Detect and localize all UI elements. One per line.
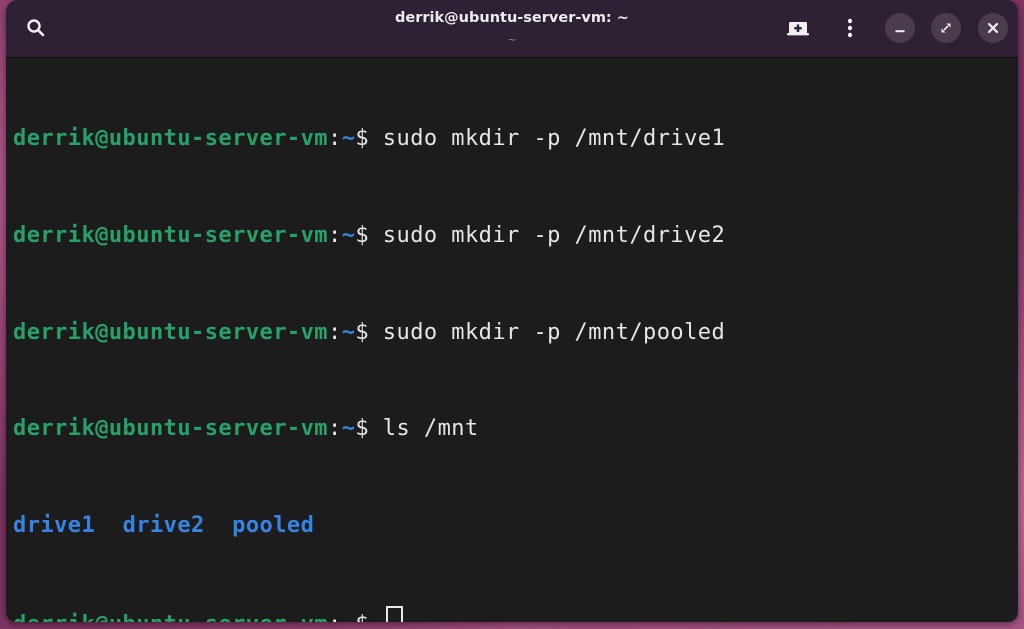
headerbar: derrik@ubuntu-server-vm: ~ ~ [6, 0, 1018, 58]
maximize-button[interactable] [931, 13, 961, 43]
prompt-path: ~ [341, 416, 356, 442]
kebab-menu-icon [847, 18, 853, 38]
terminal-line: derrik@ubuntu-server-vm:~$ sudo mkdir -p… [13, 317, 1010, 349]
prompt-path: ~ [341, 126, 356, 152]
menu-button[interactable] [832, 10, 868, 46]
prompt-colon: : [328, 126, 342, 152]
close-icon [987, 22, 999, 34]
terminal-cursor [385, 606, 403, 622]
prompt-user-host: derrik@ubuntu-server-vm [13, 319, 328, 345]
terminal-window: derrik@ubuntu-server-vm: ~ ~ derrik@ubun… [6, 0, 1018, 622]
restore-icon [941, 23, 951, 33]
minimize-icon [895, 30, 905, 33]
prompt-path: ~ [342, 612, 356, 622]
terminal-line: derrik@ubuntu-server-vm:~$ [13, 606, 1010, 622]
directory-entry: drive1 [13, 512, 96, 538]
search-button[interactable] [18, 10, 54, 46]
prompt-symbol: $ [355, 126, 370, 152]
prompt-colon: : [328, 416, 342, 442]
command-text: sudo mkdir -p /mnt/drive2 [369, 223, 726, 248]
directory-entry: pooled [232, 512, 315, 538]
ls-output-line: drive1 drive2 pooled [13, 510, 1010, 542]
prompt-path: ~ [341, 223, 356, 248]
close-button[interactable] [978, 13, 1008, 43]
minimize-button[interactable] [885, 13, 915, 43]
prompt-colon: : [328, 223, 342, 248]
prompt-symbol: $ [355, 319, 370, 345]
prompt-user-host: derrik@ubuntu-server-vm [13, 416, 328, 442]
prompt-colon: : [328, 612, 342, 622]
command-text: sudo mkdir -p /mnt/pooled [369, 319, 726, 345]
prompt-user-host: derrik@ubuntu-server-vm [13, 126, 328, 152]
current-input [369, 612, 383, 622]
new-tab-button[interactable] [780, 10, 816, 46]
prompt-user-host: derrik@ubuntu-server-vm [13, 612, 328, 622]
new-tab-icon [787, 22, 809, 36]
search-icon [27, 19, 45, 37]
terminal-output[interactable]: derrik@ubuntu-server-vm:~$ sudo mkdir -p… [13, 59, 1010, 622]
prompt-symbol: $ [355, 223, 370, 248]
prompt-symbol: $ [355, 416, 370, 442]
prompt-symbol: $ [355, 612, 369, 622]
prompt-colon: : [328, 319, 342, 345]
prompt-user-host: derrik@ubuntu-server-vm [13, 223, 328, 248]
terminal-line: derrik@ubuntu-server-vm:~$ sudo mkdir -p… [13, 123, 1010, 155]
terminal-line: derrik@ubuntu-server-vm:~$ sudo mkdir -p… [13, 220, 1010, 252]
prompt-path: ~ [341, 319, 356, 345]
command-text: sudo mkdir -p /mnt/drive1 [369, 126, 726, 152]
directory-entry: drive2 [122, 512, 205, 538]
terminal-line: derrik@ubuntu-server-vm:~$ ls /mnt [13, 413, 1010, 445]
command-text: ls /mnt [369, 416, 479, 442]
